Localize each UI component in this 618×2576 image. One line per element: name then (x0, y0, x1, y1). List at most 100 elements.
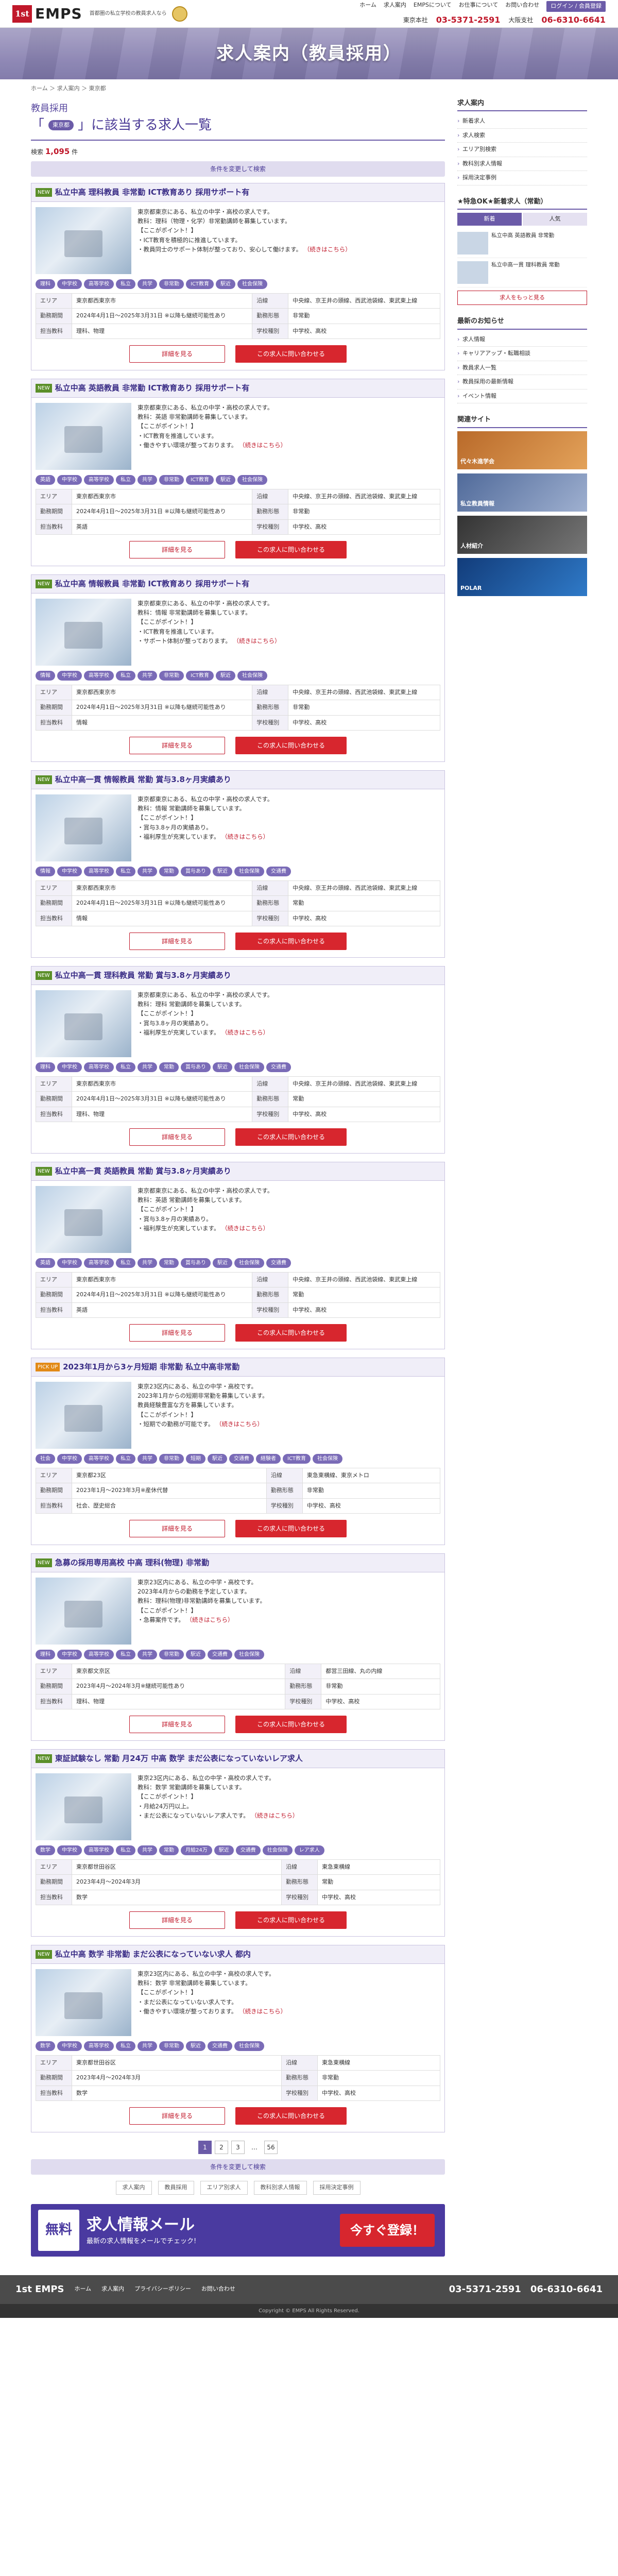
page-1[interactable]: 1 (198, 2141, 212, 2154)
job-detail-button[interactable]: 詳細を見る (129, 1128, 225, 1146)
job-tag[interactable]: 情報 (36, 866, 55, 876)
read-more-link[interactable]: （続きはこちら） (239, 2008, 286, 2015)
job-header[interactable]: NEW 私立中高 数学 非常勤 まだ公表になっていない求人 都内 (31, 1945, 444, 1964)
job-inquiry-button[interactable]: この求人に問い合わせる (235, 1520, 347, 1537)
job-header[interactable]: NEW 急募の採用専用高校 中高 理科(物理) 非常勤 (31, 1554, 444, 1572)
job-tag[interactable]: ICT教育 (186, 474, 214, 485)
job-title[interactable]: 私立中高 数学 非常勤 まだ公表になっていない求人 都内 (55, 1948, 251, 1960)
job-tag[interactable]: 社会保険 (234, 1062, 264, 1072)
job-tag[interactable]: 共学 (138, 670, 157, 681)
job-detail-button[interactable]: 詳細を見る (129, 1324, 225, 1342)
job-tag[interactable]: 常勤 (159, 1845, 179, 1855)
job-tag[interactable]: ICT教育 (186, 279, 214, 289)
job-tag[interactable]: 賞与あり (181, 1258, 211, 1268)
side-menu-item[interactable]: 求人検索 (457, 129, 587, 143)
job-tag[interactable]: 賞与あり (181, 866, 211, 876)
job-tag[interactable]: 社会保険 (237, 474, 268, 485)
side-job[interactable]: 私立中高一貫 理科教員 常勤 (457, 258, 587, 287)
footer-link[interactable]: ホーム (74, 2285, 91, 2294)
job-tag[interactable]: 共学 (138, 866, 157, 876)
job-tag[interactable]: 社会 (36, 1453, 55, 1464)
job-title[interactable]: 2023年1月から3ヶ月短期 非常勤 私立中高非常勤 (63, 1361, 239, 1373)
job-inquiry-button[interactable]: この求人に問い合わせる (235, 1716, 347, 1733)
job-title[interactable]: 私立中高 情報教員 非常勤 ICT教育あり 採用サポート有 (55, 578, 250, 590)
job-tag[interactable]: 社会保険 (237, 279, 268, 289)
job-header[interactable]: NEW 私立中高 理科教員 非常勤 ICT教育あり 採用サポート有 (31, 183, 444, 202)
link-cases[interactable]: 採用決定事例 (313, 2181, 360, 2195)
job-tag[interactable]: 駅近 (186, 1649, 205, 1659)
job-header[interactable]: NEW 私立中高 情報教員 非常勤 ICT教育あり 採用サポート有 (31, 575, 444, 594)
site-logo[interactable]: 1st EMPS (12, 3, 82, 25)
job-inquiry-button[interactable]: この求人に問い合わせる (235, 1128, 347, 1146)
job-tag[interactable]: ICT教育 (283, 1453, 311, 1464)
job-tag[interactable]: 私立 (116, 1258, 135, 1268)
job-tag[interactable]: 高等学校 (84, 474, 114, 485)
job-tag[interactable]: 私立 (116, 1062, 135, 1072)
link-subject[interactable]: 教科別求人情報 (253, 2181, 307, 2195)
job-tag[interactable]: 非常勤 (159, 2041, 184, 2051)
mail-signup-banner[interactable]: 無料 求人情報メール 最新の求人情報をメールでチェック! 今すぐ登録！ (31, 2204, 445, 2257)
job-tag[interactable]: 社会保険 (237, 670, 268, 681)
job-tag[interactable]: 社会保険 (262, 1845, 293, 1855)
footer-link[interactable]: プライバシーポリシー (134, 2285, 191, 2294)
read-more-link[interactable]: （続きはこちら） (233, 637, 281, 645)
job-tag[interactable]: 理科 (36, 1649, 55, 1659)
read-more-link[interactable]: （続きはこちら） (304, 246, 351, 253)
change-filter-button-bottom[interactable]: 条件を変更して検索 (31, 2159, 445, 2175)
job-tag[interactable]: 中学校 (57, 1649, 82, 1659)
related-banner[interactable]: 代々木進学会 (457, 431, 587, 469)
related-banner[interactable]: POLAR (457, 557, 587, 596)
job-tag[interactable]: 高等学校 (84, 866, 114, 876)
job-tag[interactable]: 共学 (138, 1453, 157, 1464)
job-tag[interactable]: 交通費 (208, 1649, 232, 1659)
read-more-link[interactable]: （続きはこちら） (221, 1225, 269, 1232)
read-more-link[interactable]: （続きはこちら） (186, 1616, 234, 1623)
job-tag[interactable]: 社会保険 (234, 866, 264, 876)
nav-contact[interactable]: お問い合わせ (505, 1, 539, 12)
job-tag[interactable]: 共学 (138, 1649, 157, 1659)
job-title[interactable]: 私立中高 英語教員 非常勤 ICT教育あり 採用サポート有 (55, 382, 250, 394)
job-detail-button[interactable]: 詳細を見る (129, 2107, 225, 2125)
job-tag[interactable]: 社会保険 (234, 2041, 264, 2051)
job-detail-button[interactable]: 詳細を見る (129, 1520, 225, 1537)
job-tag[interactable]: 共学 (138, 1845, 157, 1855)
job-tag[interactable]: 高等学校 (84, 1845, 114, 1855)
page-last[interactable]: 56 (264, 2141, 278, 2154)
job-header[interactable]: NEW 私立中高一貫 情報教員 常勤 賞与3.8ヶ月実績あり (31, 771, 444, 789)
page-2[interactable]: 2 (215, 2141, 228, 2154)
job-tag[interactable]: 非常勤 (159, 670, 184, 681)
read-more-link[interactable]: （続きはこちら） (239, 442, 286, 449)
job-title[interactable]: 私立中高一貫 情報教員 常勤 賞与3.8ヶ月実績あり (55, 774, 231, 786)
job-tag[interactable]: 高等学校 (84, 1649, 114, 1659)
job-tag[interactable]: 私立 (116, 1453, 135, 1464)
job-tag[interactable]: 常勤 (159, 866, 179, 876)
job-header[interactable]: NEW 私立中高 英語教員 非常勤 ICT教育あり 採用サポート有 (31, 379, 444, 398)
job-tag[interactable]: 月給24万 (181, 1845, 212, 1855)
job-tag[interactable]: 数学 (36, 2041, 55, 2051)
job-tag[interactable]: 私立 (116, 279, 135, 289)
job-detail-button[interactable]: 詳細を見る (129, 737, 225, 754)
job-tag[interactable]: 社会保険 (234, 1649, 264, 1659)
job-tag[interactable]: 非常勤 (159, 474, 184, 485)
tab-new[interactable]: 新着 (457, 213, 522, 226)
job-tag[interactable]: 駅近 (216, 279, 236, 289)
link-jobs[interactable]: 求人案内 (115, 2181, 152, 2195)
job-title[interactable]: 急募の採用専用高校 中高 理科(物理) 非常勤 (55, 1557, 209, 1569)
job-tag[interactable]: 共学 (138, 474, 157, 485)
job-title[interactable]: 東証試験なし 常勤 月24万 中高 数学 まだ公表になっていないレア求人 (55, 1753, 303, 1765)
job-tag[interactable]: 常勤 (159, 1062, 179, 1072)
job-tag[interactable]: 経験者 (256, 1453, 281, 1464)
signup-now-button[interactable]: 今すぐ登録！ (340, 2213, 435, 2247)
job-tag[interactable]: 社会保険 (234, 1258, 264, 1268)
job-tag[interactable]: 交通費 (235, 1845, 261, 1855)
job-tag[interactable]: 中学校 (57, 2041, 82, 2051)
job-header[interactable]: NEW 東証試験なし 常勤 月24万 中高 数学 まだ公表になっていないレア求人 (31, 1750, 444, 1768)
job-detail-button[interactable]: 詳細を見る (129, 345, 225, 363)
job-tag[interactable]: ICT教育 (186, 670, 214, 681)
job-header[interactable]: NEW 私立中高一貫 英語教員 常勤 賞与3.8ヶ月実績あり (31, 1162, 444, 1181)
tel-tokyo[interactable]: 03-5371-2591 (436, 14, 501, 26)
job-tag[interactable]: 私立 (116, 1649, 135, 1659)
read-more-link[interactable]: （続きはこちら） (221, 1029, 269, 1036)
job-tag[interactable]: 駅近 (216, 474, 236, 485)
job-tag[interactable]: 高等学校 (84, 279, 114, 289)
